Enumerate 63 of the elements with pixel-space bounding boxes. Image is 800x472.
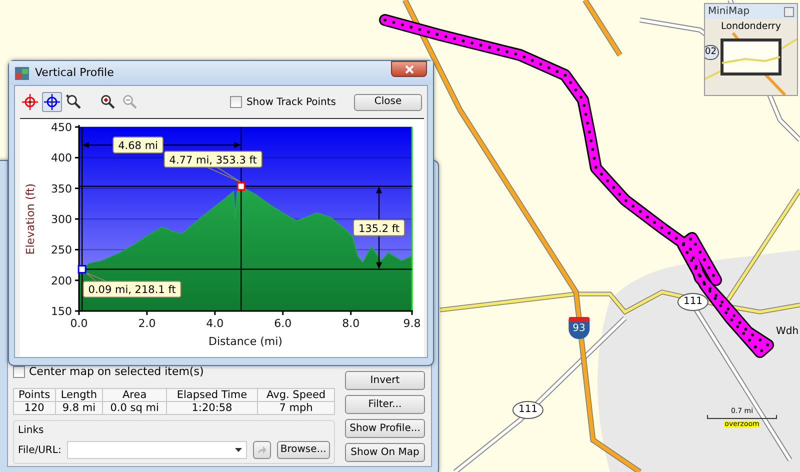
table-cell: 1:20:58 <box>166 402 258 414</box>
close-button[interactable] <box>391 61 427 77</box>
url-field[interactable] <box>67 441 248 459</box>
tick-label: 8.0 <box>342 317 360 330</box>
checkbox-label: Center map on selected item(s) <box>29 364 204 380</box>
checkbox[interactable] <box>230 96 242 108</box>
axis-title: Distance (mi) <box>208 335 282 348</box>
tick-label: 300 <box>51 213 72 226</box>
point-callout: 0.09 mi, 218.1 ft <box>82 272 182 298</box>
tick-label: 200 <box>51 274 72 288</box>
minimap-title: MiniMap <box>708 5 750 19</box>
tick-label: 450 <box>51 121 72 134</box>
annotation: 0.09 mi, 218.1 ft <box>88 284 176 296</box>
annotation: 135.2 ft <box>358 222 400 235</box>
place-label: Londonderry <box>721 22 781 32</box>
window-title: Vertical Profile <box>35 64 114 81</box>
tick-label: 6.0 <box>274 317 292 330</box>
column-header: Points <box>14 388 56 402</box>
annotation: 4.77 mi, 353.3 ft <box>169 154 257 166</box>
tick-label: 400 <box>51 152 72 165</box>
tick-label: 0.0 <box>70 317 88 330</box>
close-icon <box>404 64 414 74</box>
panel-button[interactable]: Show On Map <box>345 443 425 462</box>
app-icon <box>15 66 29 80</box>
scale-bar <box>707 415 777 419</box>
point-marker <box>236 182 246 191</box>
panel-button[interactable]: Invert <box>345 371 425 390</box>
route-shield: 02 <box>705 45 720 60</box>
arrow-icon <box>257 445 268 455</box>
close-button[interactable]: Close <box>354 94 422 110</box>
point-callout: 4.77 mi, 353.3 ft <box>164 150 262 183</box>
distance-label: 4.68 mi <box>112 136 164 154</box>
dropdown-icon[interactable] <box>235 448 242 452</box>
axis-title: Elevation (ft) <box>24 183 37 255</box>
table-cell: 7 mph <box>258 402 334 414</box>
crosshair-tool[interactable] <box>42 92 62 112</box>
column-header: Avg. Speed <box>258 388 334 402</box>
table-cell: 9.8 mi <box>55 402 103 414</box>
field-label: File/URL: <box>18 444 62 458</box>
group-title: Links <box>18 424 45 438</box>
tick-label: 350 <box>51 182 72 196</box>
tick-label: 2.0 <box>138 317 156 330</box>
annotation: 4.68 mi <box>118 140 158 152</box>
checkbox[interactable] <box>13 366 25 378</box>
point-marker <box>78 264 86 274</box>
table-cell: 0.0 sq mi <box>102 402 166 414</box>
tick-label: 150 <box>51 305 72 318</box>
panel-button[interactable]: Show Profile... <box>345 419 425 438</box>
tick-label: 9.8 <box>403 317 421 330</box>
browse-button[interactable]: Browse... <box>276 441 330 459</box>
column-header: Area <box>102 388 166 402</box>
checkbox-label: Show Track Points <box>246 96 336 110</box>
table-cell: 120 <box>14 402 56 414</box>
place-label: Wdh <box>776 327 799 337</box>
column-header: Length <box>55 388 103 402</box>
crosshair-tool[interactable] <box>20 92 40 112</box>
height-label: 135.2 ft <box>352 219 406 236</box>
tick-label: 4.0 <box>206 317 224 330</box>
close-icon[interactable] <box>784 6 794 16</box>
column-header: Elapsed Time <box>166 388 258 402</box>
tick-label: 250 <box>51 244 72 257</box>
panel-button[interactable]: Filter... <box>345 395 425 414</box>
interstate-shield: 93 <box>568 317 590 339</box>
